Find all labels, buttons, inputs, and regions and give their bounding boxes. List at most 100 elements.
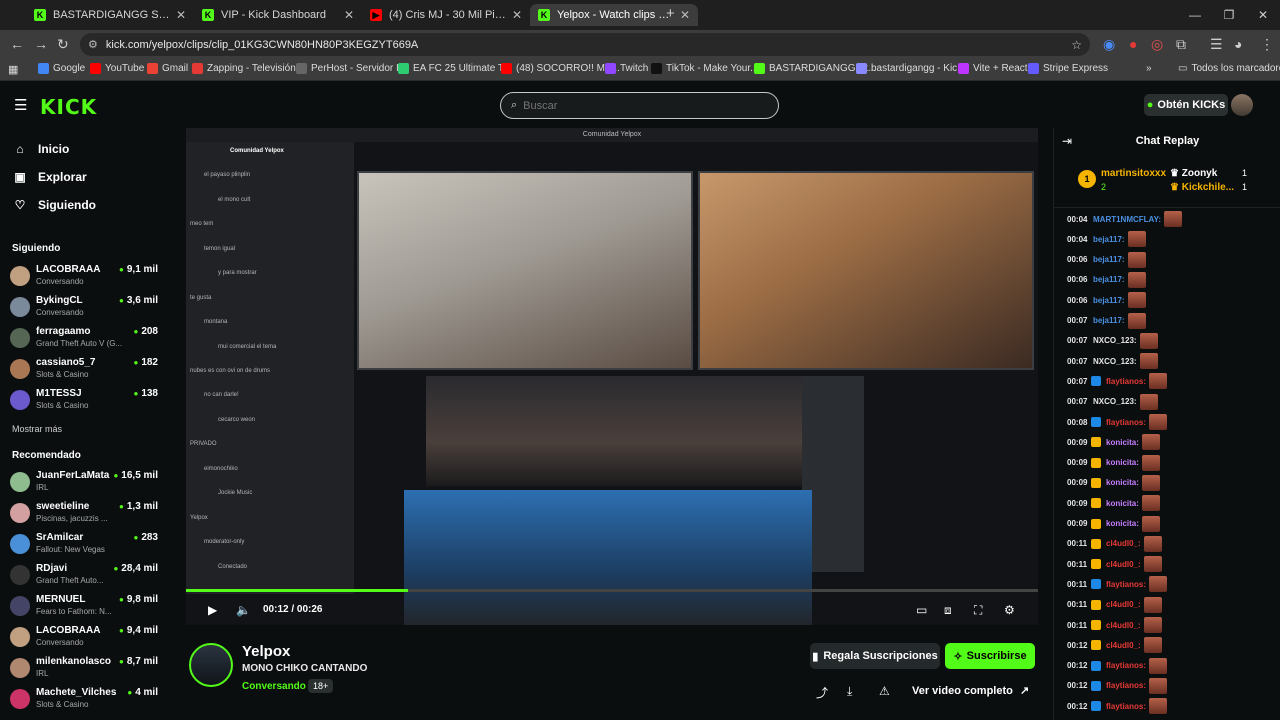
top-supporter-name[interactable]: martinsitoxxx <box>1101 168 1166 179</box>
channel-item[interactable]: milenkanolasco IRL 8,7 mil <box>10 654 162 682</box>
chat-username[interactable]: konicita: <box>1106 519 1139 528</box>
theater-mode-icon[interactable]: ▭ <box>916 603 927 617</box>
chat-username[interactable]: NXCO_123: <box>1093 397 1137 406</box>
streamer-avatar[interactable] <box>189 643 233 687</box>
bookmark-item[interactable]: YouTube <box>90 63 144 74</box>
bookmark-item[interactable]: bastardigangg - Kic... <box>856 63 966 74</box>
gift-subs-button[interactable]: ▮ Regala Suscripciones <box>810 643 940 669</box>
search-box[interactable]: ⌕ <box>500 92 779 119</box>
close-window-icon[interactable]: ✕ <box>1246 0 1280 30</box>
new-tab-icon[interactable]: + <box>666 5 675 22</box>
channel-item[interactable]: M1TESSJ Slots & Casino 138 <box>10 386 162 414</box>
chat-username[interactable]: MART1NMCFLAY: <box>1093 215 1161 224</box>
back-icon[interactable]: ← <box>10 36 24 52</box>
video-progress-bar[interactable] <box>186 589 1038 592</box>
user-avatar[interactable] <box>1231 94 1253 116</box>
channel-item[interactable]: JuanFerLaMata IRL 16,5 mil <box>10 468 162 496</box>
bookmark-item[interactable]: PerHost - Servidor I... <box>296 63 407 74</box>
chat-username[interactable]: beja117: <box>1093 316 1125 325</box>
download-icon[interactable]: ⤓ <box>847 684 852 699</box>
browser-tab[interactable]: ▶ (4) Cris MJ - 30 Mil Pies (Video ✕ <box>362 4 530 26</box>
watch-full-video-link[interactable]: Ver video completo ↗ <box>912 684 1029 697</box>
extension-icon[interactable]: ● <box>1129 36 1137 52</box>
browser-tab[interactable]: K BASTARDIGANGG Stream - Wa ✕ <box>26 4 194 26</box>
site-info-icon[interactable]: ⚙ <box>88 38 98 51</box>
extension-icon[interactable]: ◉ <box>1103 36 1115 52</box>
settings-icon[interactable]: ⚙ <box>1004 603 1015 617</box>
chat-username[interactable]: cl4udl0_: <box>1106 641 1141 650</box>
chat-username[interactable]: cl4udl0_: <box>1106 560 1141 569</box>
chat-username[interactable]: NXCO_123: <box>1093 336 1137 345</box>
show-more-link[interactable]: Mostrar más <box>12 424 62 434</box>
bookmark-item[interactable]: TikTok - Make Your... <box>651 63 758 74</box>
browser-menu-icon[interactable]: ⋮ <box>1260 36 1274 52</box>
play-icon[interactable]: ▶ <box>208 603 217 617</box>
more-bookmarks-icon[interactable]: » <box>1146 63 1152 74</box>
chat-username[interactable]: flaytianos: <box>1106 661 1146 670</box>
chat-username[interactable]: cl4udl0_: <box>1106 539 1141 548</box>
nav-explore[interactable]: ▣ Explorar <box>12 170 86 184</box>
channel-item[interactable]: Machete_Vilches Slots & Casino 4 mil <box>10 685 162 713</box>
chat-username[interactable]: beja117: <box>1093 296 1125 305</box>
address-bar[interactable]: ⚙ kick.com/yelpox/clips/clip_01KG3CWN80H… <box>80 33 1090 56</box>
channel-item[interactable]: LACOBRAAA Conversando 9,4 mil <box>10 623 162 651</box>
chat-username[interactable]: NXCO_123: <box>1093 357 1137 366</box>
chat-username[interactable]: flaytianos: <box>1106 418 1146 427</box>
chat-username[interactable]: cl4udl0_: <box>1106 621 1141 630</box>
chat-username[interactable]: flaytianos: <box>1106 377 1146 386</box>
chat-username[interactable]: konicita: <box>1106 458 1139 467</box>
extensions-puzzle-icon[interactable]: ⧉ <box>1176 36 1186 52</box>
tab-search-icon[interactable]: ☰ <box>1210 36 1223 52</box>
channel-item[interactable]: sweetieline Piscinas, jacuzzis ... 1,3 mil <box>10 499 162 527</box>
bookmark-item[interactable]: EA FC 25 Ultimate T... <box>398 63 511 74</box>
share-icon[interactable]: ⤴ <box>816 684 828 701</box>
streamer-name[interactable]: Yelpox <box>242 643 290 660</box>
get-kicks-button[interactable]: ● Obtén KICKs <box>1144 94 1228 116</box>
all-bookmarks-folder[interactable]: ▭ Todos los marcadores <box>1178 63 1280 74</box>
channel-item[interactable]: cassiano5_7 Slots & Casino 182 <box>10 355 162 383</box>
bookmark-item[interactable]: (48) SOCORRO!! ME... <box>501 63 620 74</box>
reload-icon[interactable]: ↻ <box>57 36 69 52</box>
chat-username[interactable]: cl4udl0_: <box>1106 600 1141 609</box>
forward-icon[interactable]: → <box>34 36 48 52</box>
nav-following[interactable]: ♡ Siguiendo <box>12 198 96 212</box>
fullscreen-icon[interactable]: ⛶ <box>974 603 982 618</box>
chat-username[interactable]: flaytianos: <box>1106 681 1146 690</box>
apps-icon[interactable]: ▦ <box>8 63 18 76</box>
chat-username[interactable]: konicita: <box>1106 438 1139 447</box>
chat-username[interactable]: flaytianos: <box>1106 580 1146 589</box>
report-icon[interactable]: ⚠ <box>879 684 890 698</box>
bookmark-item[interactable]: Gmail <box>147 63 188 74</box>
restore-icon[interactable]: ❐ <box>1212 0 1246 30</box>
channel-item[interactable]: ferragaamo Grand Theft Auto V (G... 208 <box>10 324 162 352</box>
chat-username[interactable]: beja117: <box>1093 255 1125 264</box>
menu-icon[interactable]: ☰ <box>14 96 27 114</box>
close-tab-icon[interactable]: ✕ <box>512 8 522 22</box>
browser-tab[interactable]: K VIP - Kick Dashboard ✕ <box>194 4 362 26</box>
channel-item[interactable]: RDjavi Grand Theft Auto... 28,4 mil <box>10 561 162 589</box>
channel-item[interactable]: MERNUEL Fears to Fathom: N... 9,8 mil <box>10 592 162 620</box>
bookmark-item[interactable]: Vite + React <box>958 63 1028 74</box>
chat-username[interactable]: beja117: <box>1093 275 1125 284</box>
close-tab-icon[interactable]: ✕ <box>344 8 354 22</box>
profile-icon[interactable]: ◕ <box>1234 36 1242 52</box>
chat-username[interactable]: flaytianos: <box>1106 702 1146 711</box>
volume-icon[interactable]: 🔈 <box>236 603 251 617</box>
bookmark-item[interactable]: Zapping - Televisión... <box>192 63 304 74</box>
stream-category[interactable]: Conversando <box>242 681 306 692</box>
bookmark-item[interactable]: Twitch <box>605 63 648 74</box>
top-supporter-name[interactable]: ♛ Kickchile... <box>1170 182 1234 193</box>
close-tab-icon[interactable]: ✕ <box>176 8 186 22</box>
pip-icon[interactable]: ⧈ <box>944 603 952 618</box>
chat-username[interactable]: konicita: <box>1106 499 1139 508</box>
extension-icon[interactable]: ◎ <box>1151 36 1163 52</box>
minimize-icon[interactable]: — <box>1178 0 1212 30</box>
bookmark-item[interactable]: Stripe Express <box>1028 63 1108 74</box>
channel-item[interactable]: BykingCL Conversando 3,6 mil <box>10 293 162 321</box>
subscribe-button[interactable]: ✧ Suscribirse <box>945 643 1035 669</box>
chat-username[interactable]: konicita: <box>1106 478 1139 487</box>
bookmark-item[interactable]: Google <box>38 63 85 74</box>
video-player[interactable]: Comunidad Yelpox Comunidad Yelpox el paya… <box>186 128 1038 625</box>
chat-username[interactable]: beja117: <box>1093 235 1125 244</box>
close-tab-icon[interactable]: ✕ <box>680 8 690 22</box>
